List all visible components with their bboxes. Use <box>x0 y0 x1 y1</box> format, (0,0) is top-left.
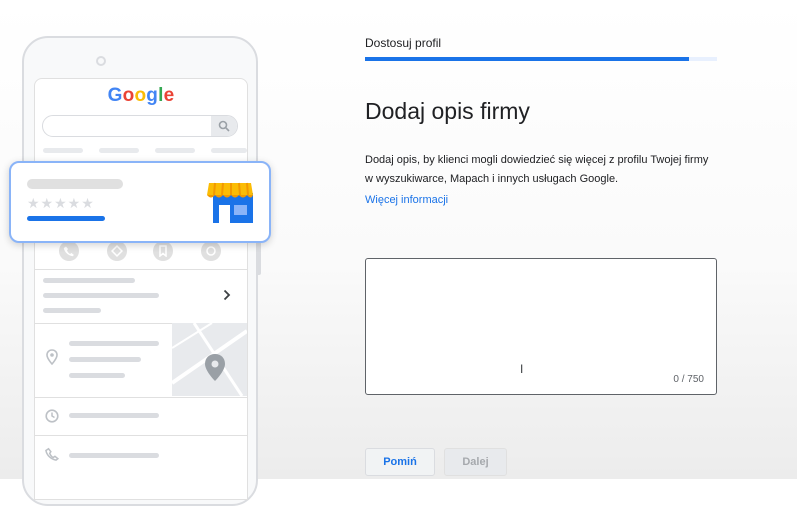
phone-icon <box>45 447 59 461</box>
rating-stars: ★★★★★ <box>27 195 95 211</box>
phone-text-placeholder <box>43 293 159 298</box>
progress-bar-fill <box>365 57 689 61</box>
phone-search-bar <box>42 115 238 137</box>
phone-tab-placeholder <box>99 148 139 153</box>
phone-text-placeholder <box>69 373 125 378</box>
clock-icon <box>45 409 59 423</box>
logo-letter: o <box>134 85 147 106</box>
business-name-placeholder <box>27 179 123 189</box>
location-pin-icon <box>46 349 58 365</box>
page-description: Dodaj opis, by klienci mogli dowiedzieć … <box>365 154 709 185</box>
phone-speaker <box>96 56 106 66</box>
phone-divider <box>35 397 247 398</box>
google-logo: Google <box>35 85 247 107</box>
phone-text-placeholder <box>69 453 159 458</box>
phone-action-save <box>153 241 173 261</box>
text-cursor-icon: I <box>520 362 524 376</box>
business-accent-bar <box>27 216 105 221</box>
phone-action-directions <box>107 241 127 261</box>
phone-divider <box>35 435 247 436</box>
character-counter: 0 / 750 <box>673 374 704 385</box>
map-roads <box>172 323 247 396</box>
skip-button[interactable]: Pomiń <box>365 448 435 476</box>
phone-divider <box>35 269 247 270</box>
phone-text-placeholder <box>69 341 159 346</box>
chevron-right-icon <box>223 289 231 301</box>
phone-text-placeholder <box>69 413 159 418</box>
phone-tab-placeholder <box>155 148 195 153</box>
bookmark-icon <box>159 245 167 257</box>
phone-tab-placeholder <box>211 148 247 153</box>
search-icon <box>218 120 230 132</box>
next-button[interactable]: Dalej <box>444 448 507 476</box>
phone-screen: Google <box>34 78 248 500</box>
phone-text-placeholder <box>43 308 101 313</box>
logo-letter: G <box>107 85 123 106</box>
business-description-input[interactable]: 0 / 750 <box>365 258 717 395</box>
share-icon <box>206 246 216 256</box>
step-title: Dostosuj profil <box>365 36 442 50</box>
phone-text-placeholder <box>69 357 141 362</box>
phone-search-button <box>211 116 237 136</box>
logo-letter: o <box>122 85 135 106</box>
progress-bar <box>365 57 717 61</box>
logo-letter: g <box>146 85 159 106</box>
phone-icon <box>63 246 74 257</box>
phone-tab-placeholder <box>43 148 83 153</box>
learn-more-link[interactable]: Więcej informacji <box>365 194 448 206</box>
phone-mini-map <box>172 323 247 396</box>
phone-text-placeholder <box>43 278 135 283</box>
phone-action-call <box>59 241 79 261</box>
logo-letter: e <box>163 85 175 106</box>
business-card-highlight: ★★★★★ <box>9 161 271 243</box>
phone-action-share <box>201 241 221 261</box>
directions-icon <box>111 245 123 257</box>
page-title: Dodaj opis firmy <box>365 98 530 124</box>
store-icon <box>207 182 253 223</box>
